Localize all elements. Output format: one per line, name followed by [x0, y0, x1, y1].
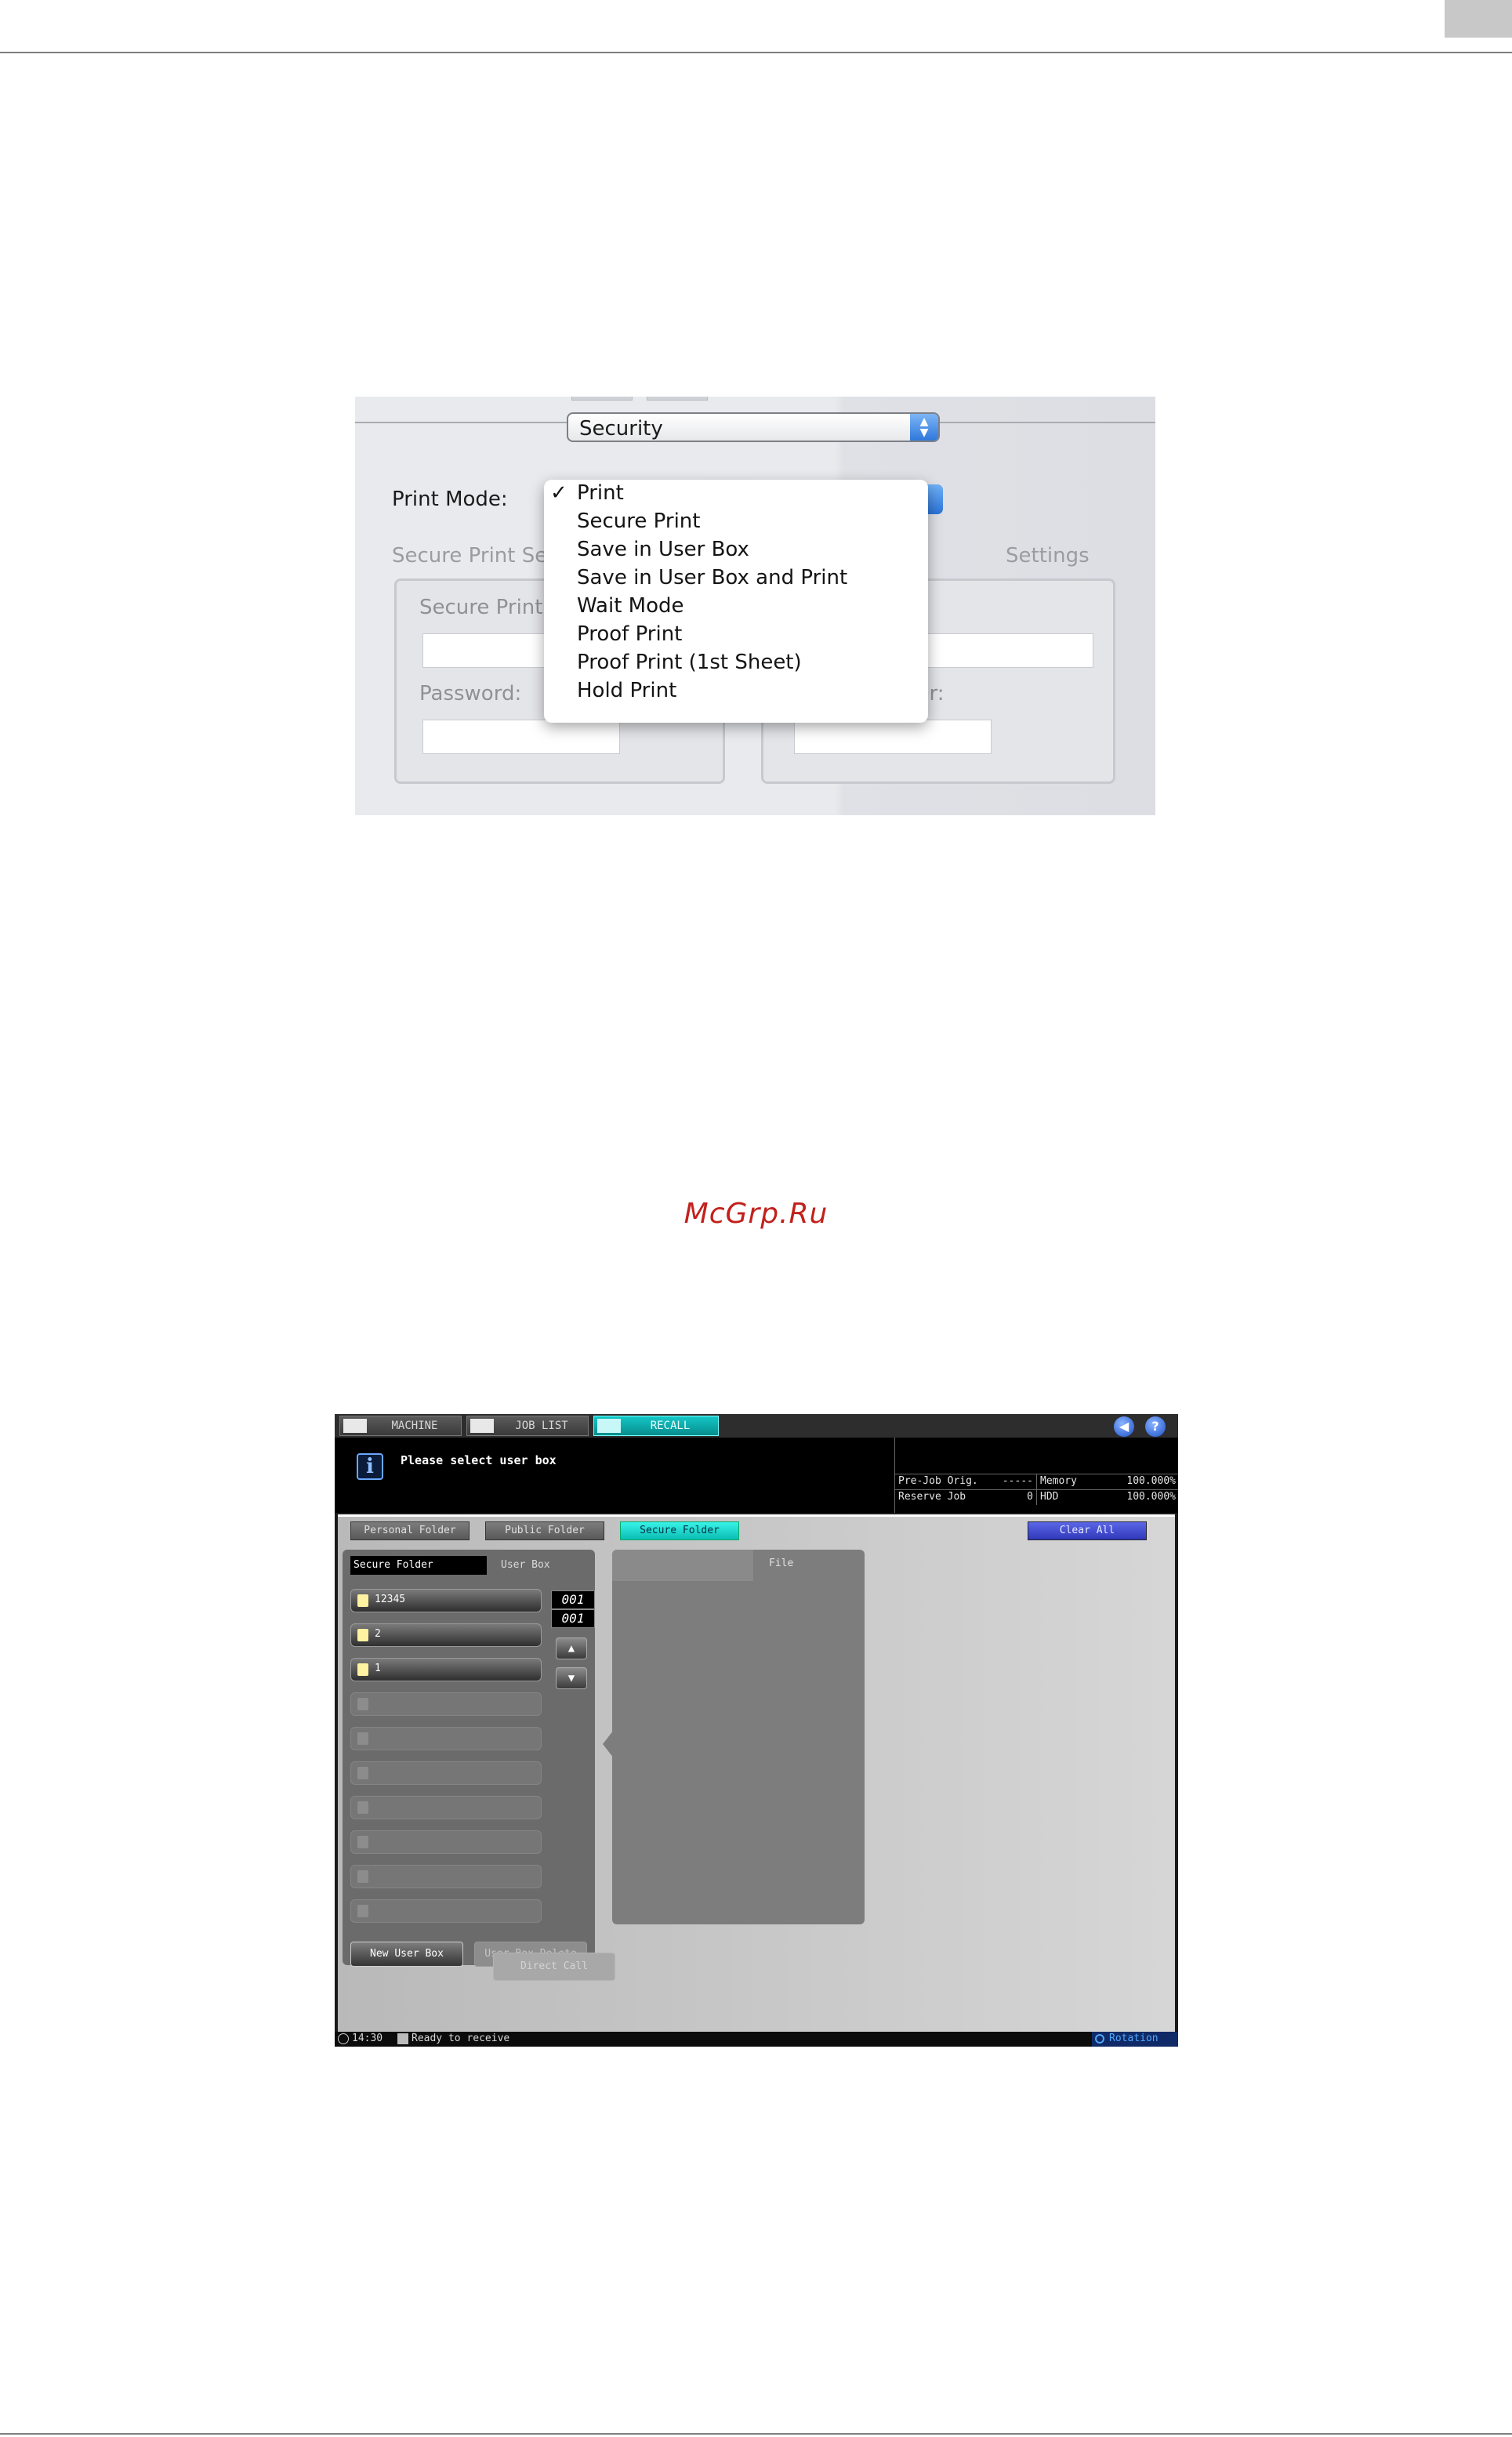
menu-item-hold-print[interactable]: Hold Print — [544, 679, 928, 707]
tab-job-list[interactable]: JOB LIST — [466, 1416, 589, 1436]
empty-box-slot — [350, 1899, 542, 1923]
empty-box-slot — [350, 1830, 542, 1854]
help-icon[interactable]: ? — [1145, 1416, 1166, 1437]
pane-tab-stub — [647, 397, 708, 401]
file-label: File — [769, 1558, 794, 1569]
page-corner-tab — [1445, 0, 1512, 38]
user-box-panel: Secure Folder User Box 12345 2 1 001 001… — [343, 1550, 595, 1967]
empty-box-slot — [350, 1796, 542, 1819]
menu-item-secure-print[interactable]: Secure Print — [544, 510, 928, 538]
menu-item-save-in-user-box-and-print[interactable]: Save in User Box and Print — [544, 566, 928, 594]
section-popup[interactable]: Security ▲ ▼ — [567, 412, 940, 442]
tab-public-folder[interactable]: Public Folder — [485, 1521, 604, 1540]
scroll-down-button[interactable]: ▼ — [556, 1667, 587, 1689]
popup-stepper-icon: ▲ ▼ — [910, 414, 938, 441]
user-box-1[interactable]: 1 — [350, 1658, 542, 1681]
user-box-2[interactable]: 2 — [350, 1623, 542, 1647]
file-header-tab — [612, 1550, 753, 1581]
memory-status: Memory 100.000% — [1036, 1474, 1178, 1489]
pane-tab-stub — [571, 397, 633, 401]
lock-icon — [357, 1629, 368, 1641]
user-box-number-field[interactable] — [794, 720, 992, 754]
scroll-up-button[interactable]: ▲ — [556, 1637, 587, 1659]
empty-box-slot — [350, 1865, 542, 1888]
printer-icon — [397, 2033, 408, 2044]
clear-all-button[interactable]: Clear All — [1028, 1521, 1147, 1540]
lock-icon — [357, 1663, 368, 1676]
recall-body: Personal Folder Public Folder Secure Fol… — [338, 1514, 1175, 2032]
menu-item-proof-print-1st-sheet[interactable]: Proof Print (1st Sheet) — [544, 651, 928, 679]
info-icon: i — [357, 1453, 383, 1480]
sound-icon[interactable]: ◀ — [1114, 1416, 1134, 1437]
footer-rule — [0, 2433, 1512, 2435]
password-label: Password: — [419, 682, 522, 705]
lock-icon — [357, 1594, 368, 1607]
print-dialog-screenshot: Security ▲ ▼ Print Mode: Secure Print Set… — [355, 397, 1155, 815]
file-panel: File — [612, 1550, 865, 1924]
message-text: Please select user box — [401, 1453, 557, 1467]
header-rule — [0, 52, 1512, 53]
rotation-icon — [1095, 2034, 1104, 2044]
status-panel: Pre-Job Orig. ----- Memory 100.000% Reserv… — [894, 1438, 1178, 1513]
menu-item-proof-print[interactable]: Proof Print — [544, 622, 928, 651]
device-status: Ready to receive — [412, 2033, 510, 2044]
menu-item-wait-mode[interactable]: Wait Mode — [544, 594, 928, 622]
tab-recall[interactable]: RECALL — [593, 1416, 719, 1436]
page-counter-current: 001 — [551, 1590, 595, 1609]
new-user-box-button[interactable]: New User Box — [350, 1942, 463, 1967]
hdd-status: HDD 100.000% — [1036, 1489, 1178, 1505]
page-counter-total: 001 — [551, 1609, 595, 1628]
menu-item-print[interactable]: ✓ Print — [544, 481, 928, 510]
secure-print-settings-label: Secure Print Set — [392, 544, 556, 568]
tab-machine[interactable]: MACHINE — [339, 1416, 462, 1436]
empty-box-slot — [350, 1761, 542, 1785]
print-mode-label: Print Mode: — [392, 488, 508, 511]
print-mode-menu: ✓ Print Secure Print Save in User Box Sa… — [544, 480, 928, 723]
save-in-box-settings-label: Settings — [1006, 544, 1090, 568]
direct-call-button[interactable]: Direct Call — [493, 1953, 615, 1981]
rotation-indicator[interactable]: Rotation — [1092, 2032, 1178, 2047]
watermark: McGrp.Ru — [683, 1198, 829, 1230]
secure-folder-label: Secure Folder — [350, 1556, 487, 1575]
clock-time: 14:30 — [352, 2033, 383, 2044]
empty-box-slot — [350, 1692, 542, 1716]
secure-print-id-label: Secure Print — [419, 596, 543, 619]
tab-secure-folder[interactable]: Secure Folder — [620, 1521, 739, 1540]
password-field[interactable] — [422, 720, 620, 754]
clock-icon — [338, 2033, 349, 2044]
device-panel-screenshot: MACHINE JOB LIST RECALL ◀ ? i Please sel… — [335, 1414, 1178, 2047]
checkmark-icon: ✓ — [550, 481, 567, 505]
separator-line — [940, 422, 1155, 423]
user-box-label: User Box — [501, 1559, 550, 1571]
reserve-job: Reserve Job 0 — [895, 1489, 1036, 1505]
menu-item-save-in-user-box[interactable]: Save in User Box — [544, 538, 928, 566]
tab-personal-folder[interactable]: Personal Folder — [350, 1521, 470, 1540]
user-box-12345[interactable]: 12345 — [350, 1589, 542, 1612]
pre-job-orig: Pre-Job Orig. ----- — [895, 1474, 1036, 1489]
section-popup-label: Security — [579, 417, 663, 441]
empty-box-slot — [350, 1727, 542, 1750]
status-footer: 14:30 Ready to receive — [335, 2032, 1178, 2047]
separator-line — [355, 422, 568, 423]
